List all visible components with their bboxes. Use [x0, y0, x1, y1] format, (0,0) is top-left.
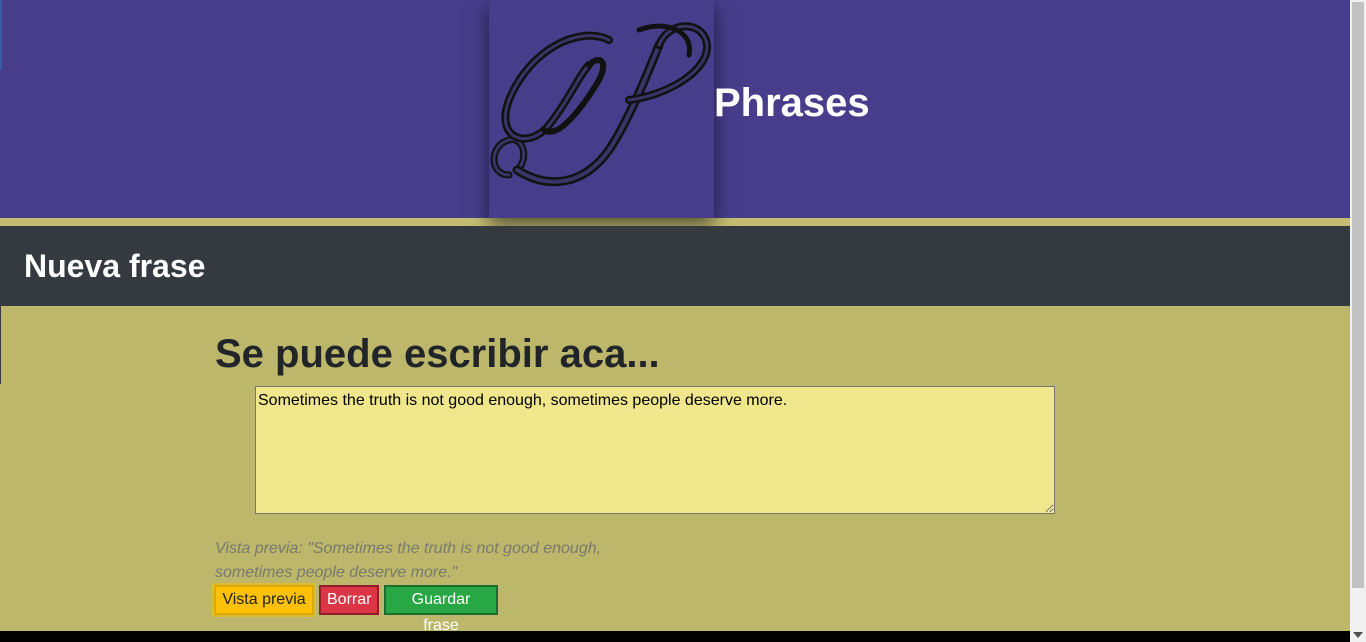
- preview-button[interactable]: Vista previa: [214, 585, 314, 615]
- script-p-logo-icon: [490, 22, 711, 187]
- header-divider: [0, 218, 1350, 226]
- logo[interactable]: [489, 0, 714, 218]
- edge-mark: [0, 0, 2, 70]
- preview-text: Vista previa: "Sometimes the truth is no…: [215, 540, 602, 581]
- scroll-down-arrow-icon[interactable]: [1353, 632, 1363, 638]
- page: Phrases Nueva frase Se puede escribir ac…: [0, 0, 1350, 642]
- content-heading: Se puede escribir aca...: [215, 332, 660, 376]
- left-divider: [0, 306, 1, 384]
- footer-bar: [0, 631, 1350, 642]
- brand-title: Phrases: [714, 81, 870, 125]
- scrollbar-thumb[interactable]: [1352, 2, 1364, 588]
- vertical-scrollbar[interactable]: [1350, 0, 1366, 642]
- clear-button[interactable]: Borrar: [319, 585, 379, 615]
- phrase-textarea[interactable]: [255, 386, 1055, 514]
- save-phrase-button[interactable]: Guardar frase: [384, 585, 498, 634]
- section-title: Nueva frase: [24, 248, 206, 284]
